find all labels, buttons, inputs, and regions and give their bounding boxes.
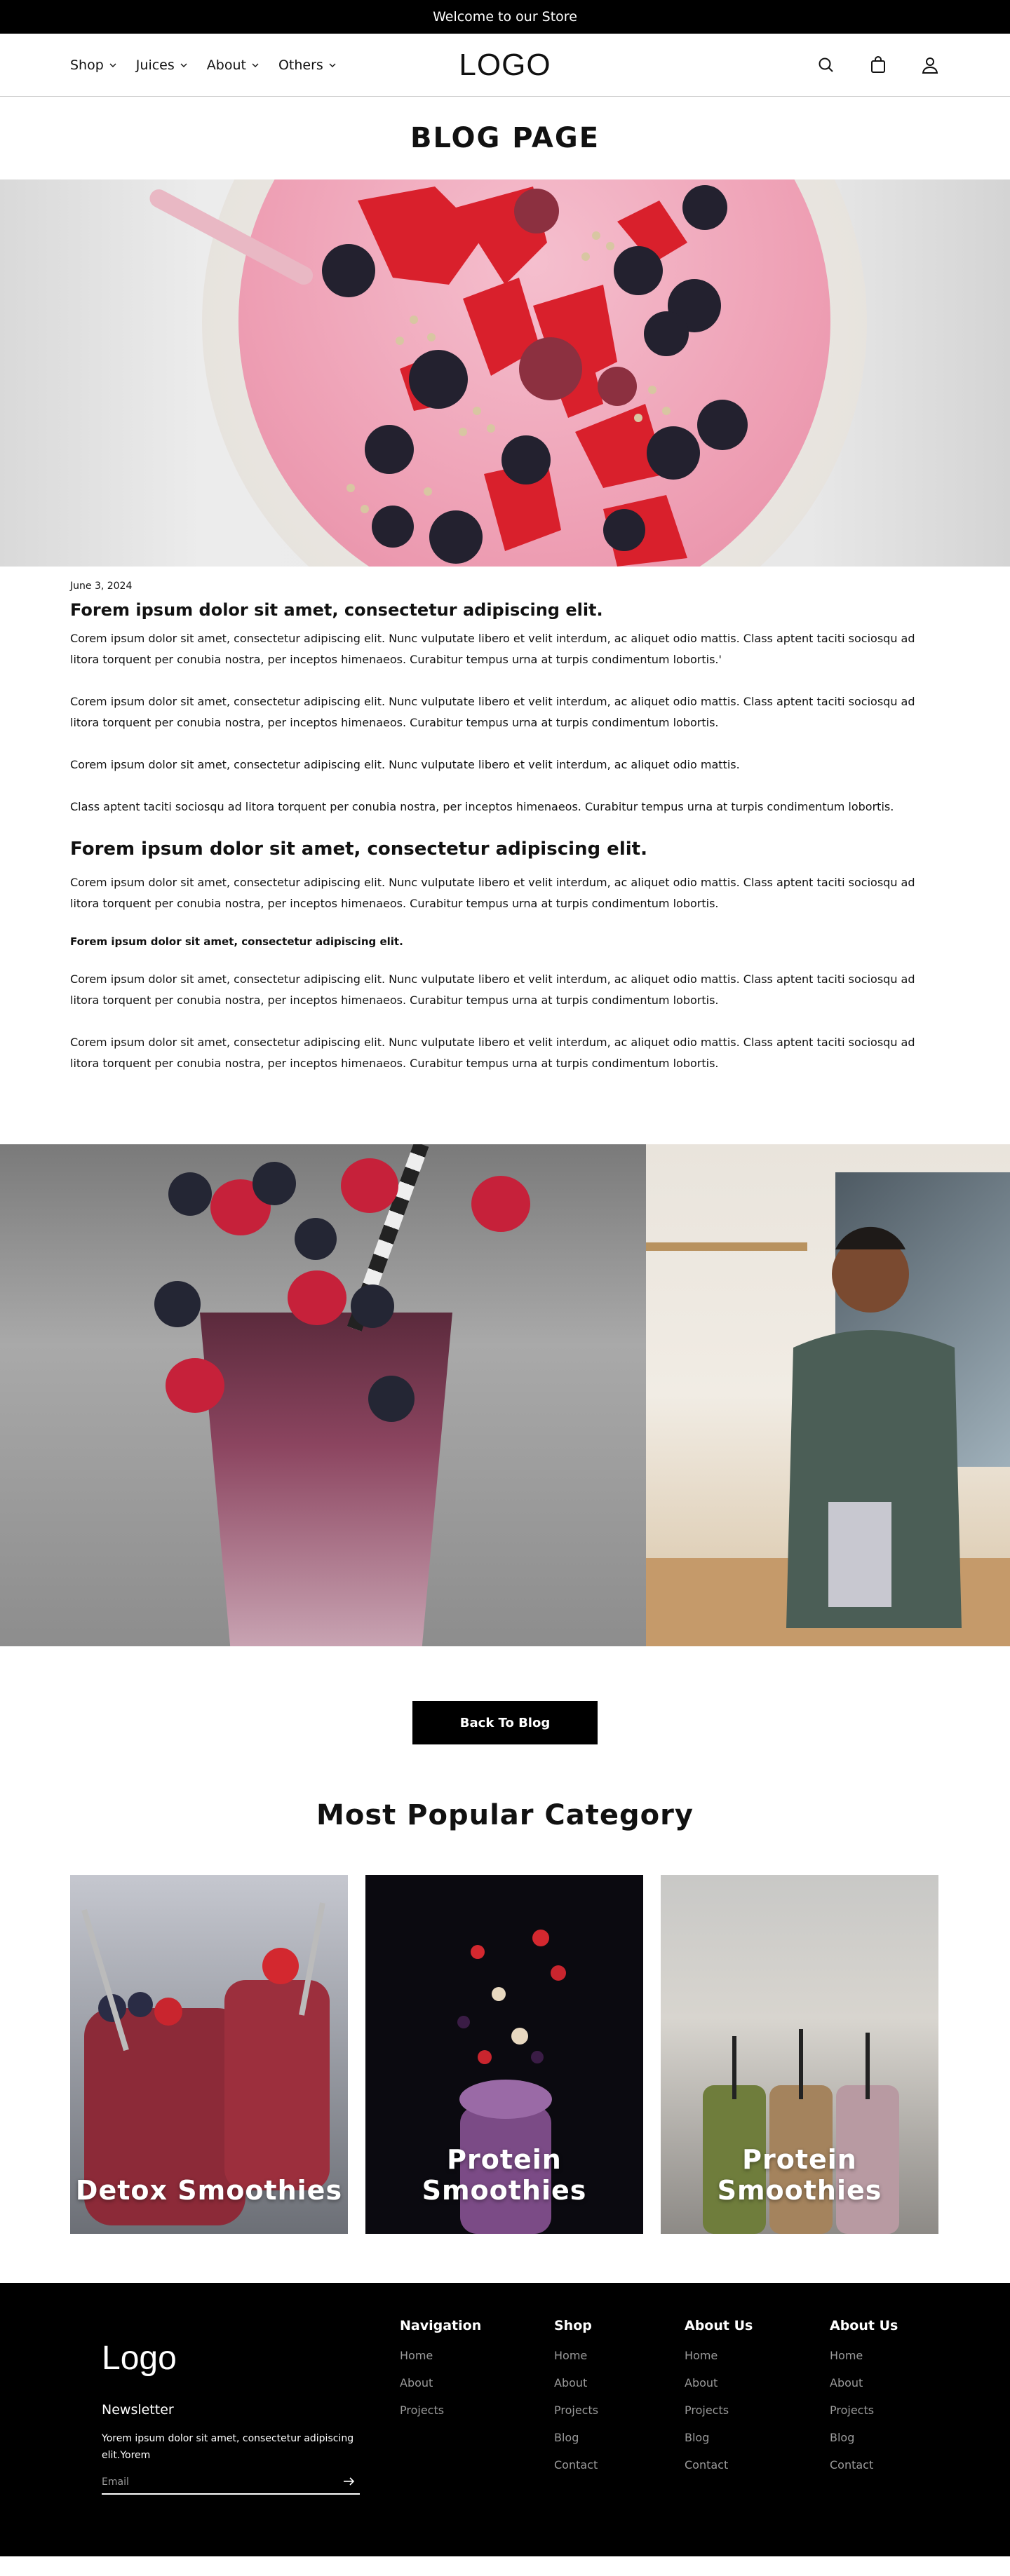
page-title: BLOG PAGE [410, 122, 600, 154]
category-label: Protein Smoothies [717, 2144, 882, 2206]
footer-link[interactable]: Home [554, 2342, 598, 2369]
categories-title: Most Popular Category [316, 1799, 694, 1831]
article-paragraph: Corem ipsum dolor sit amet, consectetur … [70, 695, 915, 729]
footer-link[interactable]: Blog [554, 2424, 598, 2451]
back-button-wrap: Back To Blog [0, 1646, 1010, 1799]
footer-column-about-us: About Us Home About Projects Blog Contac… [685, 2318, 753, 2479]
footer-column-title: Navigation [400, 2318, 482, 2333]
chevron-down-icon [329, 63, 336, 67]
article-paragraph: Corem ipsum dolor sit amet, consectetur … [70, 632, 915, 666]
article-gallery [0, 1144, 1010, 1646]
footer-logo[interactable]: Logo [102, 2339, 177, 2378]
footer-column-title: Shop [554, 2318, 592, 2333]
blueberry [368, 1376, 415, 1422]
hero-image-smoothie-bowl [0, 179, 1010, 567]
nav-item-label: Shop [70, 57, 104, 73]
footer-column-shop: Shop Home About Projects Blog Contact [554, 2318, 598, 2479]
footer-column-title: About Us [830, 2318, 898, 2333]
nav-item-shop[interactable]: Shop [70, 57, 116, 73]
footer-link[interactable]: Projects [685, 2397, 753, 2424]
gallery-image-man-blending [646, 1144, 1010, 1646]
blueberry [351, 1284, 394, 1328]
main-nav: Shop Juices About Others [70, 57, 336, 73]
footer-column-navigation: Navigation Home About Projects [400, 2318, 481, 2424]
footer-link[interactable]: Home [830, 2342, 898, 2369]
raspberry [341, 1158, 398, 1213]
article-date: June 3, 2024 [70, 581, 133, 592]
kitchen-shelf [646, 1242, 807, 1251]
site-logo[interactable]: LOGO [459, 48, 551, 83]
site-header: Shop Juices About Others LOGO [0, 34, 1010, 97]
raspberry [166, 1358, 224, 1413]
footer-column-title: About Us [685, 2318, 753, 2333]
article-paragraph: Corem ipsum dolor sit amet, consectetur … [70, 876, 915, 910]
footer-column-about-us-2: About Us Home About Projects Blog Contac… [830, 2318, 898, 2479]
article-paragraph: Class aptent taciti sociosqu ad litora t… [70, 800, 894, 813]
popular-categories: Most Popular Category Detox Smoothies Pr… [0, 1799, 1010, 2234]
blog-article: June 3, 2024 Forem ipsum dolor sit amet,… [0, 567, 1010, 1144]
footer-link[interactable]: About [830, 2369, 898, 2397]
nav-item-about[interactable]: About [207, 57, 259, 73]
footer-link[interactable]: Home [400, 2342, 481, 2369]
nav-item-label: About [206, 57, 246, 73]
article-subheading: Forem ipsum dolor sit amet, consectetur … [70, 839, 647, 860]
gallery-image-berry-smoothie [0, 1144, 646, 1646]
raspberry [288, 1270, 346, 1325]
article-bold-line: Forem ipsum dolor sit amet, consectetur … [70, 935, 403, 948]
article-paragraph: Corem ipsum dolor sit amet, consectetur … [70, 972, 915, 1007]
nav-item-label: Juices [135, 57, 175, 73]
chevron-down-icon [252, 63, 259, 67]
newsletter-title: Newsletter [102, 2402, 174, 2418]
category-card-protein[interactable]: Protein Smoothies [365, 1875, 643, 2234]
blueberry [252, 1162, 296, 1205]
footer-link[interactable]: Blog [685, 2424, 753, 2451]
article-paragraph: Corem ipsum dolor sit amet, consectetur … [70, 1036, 915, 1070]
blueberry [295, 1218, 337, 1260]
nav-item-juices[interactable]: Juices [136, 57, 187, 73]
newsletter-text: Yorem ipsum dolor sit amet, consectetur … [102, 2433, 354, 2461]
article-heading: Forem ipsum dolor sit amet, consectetur … [70, 600, 603, 620]
announcement-text: Welcome to our Store [433, 9, 577, 25]
blueberry [154, 1281, 201, 1327]
man-figure [786, 1226, 962, 1628]
footer-link[interactable]: Projects [554, 2397, 598, 2424]
category-label: Protein Smoothies [422, 2144, 587, 2206]
category-card-detox[interactable]: Detox Smoothies [70, 1875, 348, 2234]
footer-link[interactable]: Contact [685, 2451, 753, 2479]
footer-link[interactable]: Projects [400, 2397, 481, 2424]
article-paragraph: Corem ipsum dolor sit amet, consectetur … [70, 758, 740, 771]
footer-link[interactable]: Contact [554, 2451, 598, 2479]
footer-link[interactable]: About [554, 2369, 598, 2397]
bag-icon[interactable] [868, 55, 888, 75]
announcement-bar: Welcome to our Store [0, 0, 1010, 34]
category-label: Detox Smoothies [75, 2175, 343, 2206]
footer-link[interactable]: Contact [830, 2451, 898, 2479]
chevron-down-icon [180, 63, 187, 67]
footer-link[interactable]: Blog [830, 2424, 898, 2451]
footer-link[interactable]: About [400, 2369, 481, 2397]
back-to-blog-button[interactable]: Back To Blog [412, 1701, 598, 1744]
raspberry [471, 1176, 530, 1232]
footer-link[interactable]: Projects [830, 2397, 898, 2424]
newsletter-email-input[interactable] [102, 2471, 360, 2495]
search-icon[interactable] [816, 55, 836, 75]
footer-link[interactable]: Home [685, 2342, 753, 2369]
site-footer: Logo Newsletter Yorem ipsum dolor sit am… [0, 2283, 1010, 2556]
berry-toppings [322, 185, 748, 567]
arrow-right-icon[interactable] [342, 2475, 355, 2488]
nav-item-others[interactable]: Others [278, 57, 336, 73]
category-card-protein-2[interactable]: Protein Smoothies [661, 1875, 938, 2234]
chevron-down-icon [109, 63, 116, 67]
category-cards: Detox Smoothies Protein Smoothies Protei… [0, 1875, 1010, 2234]
footer-link[interactable]: About [685, 2369, 753, 2397]
user-icon[interactable] [920, 55, 940, 75]
blueberry [168, 1172, 212, 1216]
smoothie-glass [200, 1313, 452, 1646]
header-actions [816, 55, 940, 75]
nav-item-label: Others [278, 57, 323, 73]
